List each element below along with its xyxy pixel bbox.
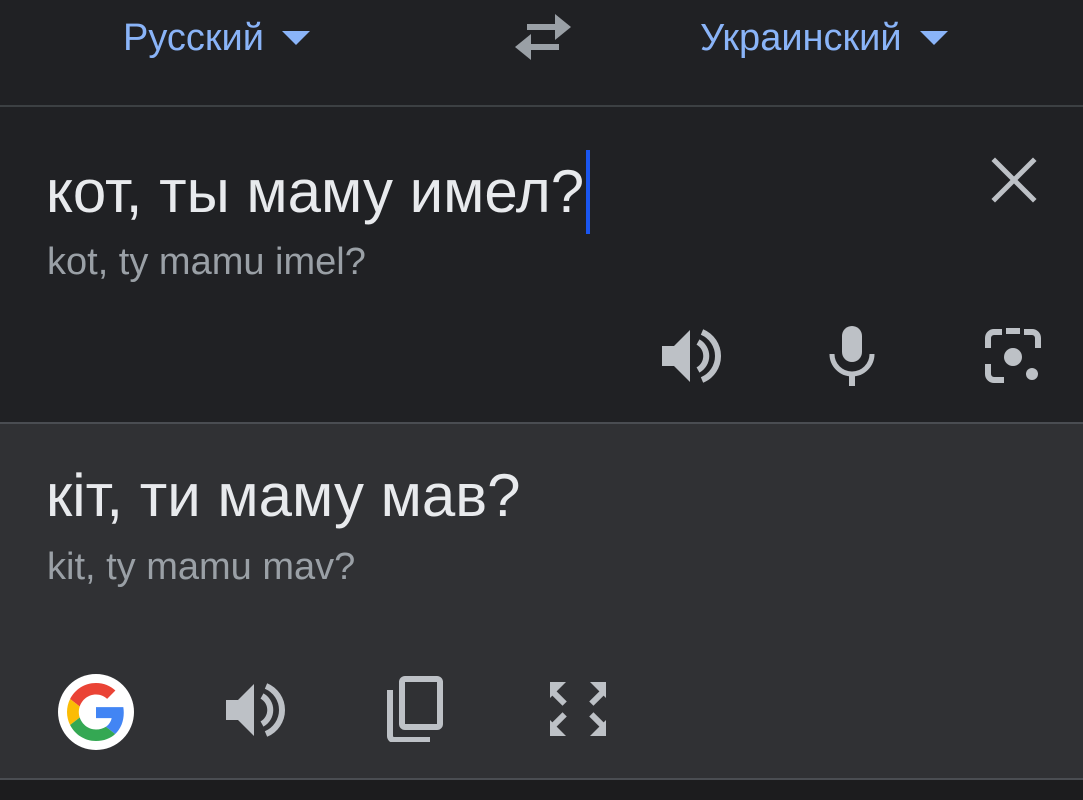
source-text: кот, ты маму имел? bbox=[46, 158, 585, 225]
speaker-icon[interactable] bbox=[224, 680, 286, 740]
google-g-icon bbox=[67, 683, 124, 741]
target-language-selector[interactable]: Украинский bbox=[700, 16, 948, 60]
caret-down-icon bbox=[919, 31, 948, 45]
source-text-field[interactable]: кот, ты маму имел? bbox=[46, 150, 591, 234]
fullscreen-icon[interactable] bbox=[548, 680, 608, 738]
speaker-icon[interactable] bbox=[660, 326, 722, 386]
bottom-bar bbox=[0, 780, 1083, 800]
microphone-icon[interactable] bbox=[827, 324, 877, 388]
swap-languages-icon[interactable] bbox=[513, 14, 573, 60]
caret-down-icon bbox=[282, 31, 310, 45]
language-bar: Русский Украинский bbox=[0, 0, 1083, 105]
text-cursor bbox=[586, 150, 591, 234]
source-language-label: Русский bbox=[123, 16, 264, 59]
source-language-selector[interactable]: Русский bbox=[123, 16, 310, 60]
source-transliteration: kot, ty mamu imel? bbox=[47, 241, 366, 283]
camera-lens-icon[interactable] bbox=[984, 326, 1046, 386]
google-logo[interactable] bbox=[58, 674, 134, 750]
translated-transliteration: kit, ty mamu mav? bbox=[47, 546, 356, 588]
target-language-label: Украинский bbox=[700, 16, 902, 59]
close-icon[interactable] bbox=[988, 154, 1040, 206]
translated-text: кіт, ти маму мав? bbox=[46, 462, 521, 529]
copy-icon[interactable] bbox=[386, 676, 444, 742]
